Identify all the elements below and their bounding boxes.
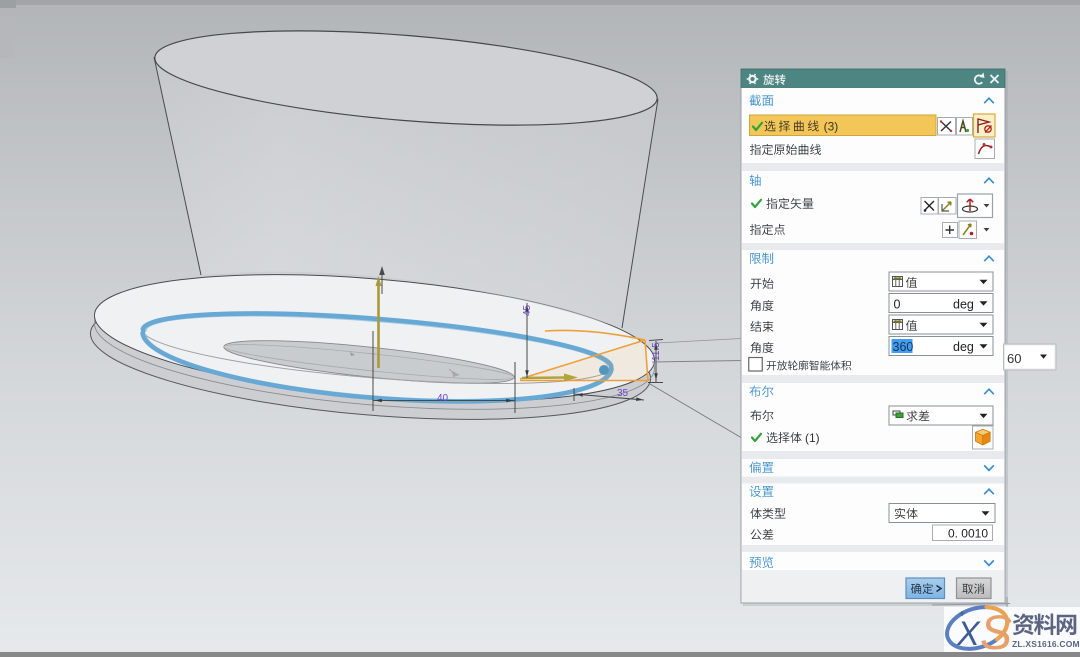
svg-text:45: 45	[522, 304, 533, 316]
svg-text:35: 35	[617, 388, 629, 399]
svg-text:(3): (3)	[824, 120, 839, 134]
svg-text:(1): (1)	[805, 431, 820, 445]
svg-text:0: 0	[894, 298, 901, 312]
svg-text:X: X	[956, 615, 981, 652]
svg-text:ZL.XS1616.COM: ZL.XS1616.COM	[1012, 639, 1080, 649]
svg-text:deg: deg	[953, 340, 974, 354]
svg-text:360: 360	[893, 340, 914, 354]
svg-text:deg: deg	[953, 298, 974, 312]
svg-text:40: 40	[437, 393, 449, 404]
svg-text:60: 60	[1007, 351, 1021, 366]
svg-text:S: S	[980, 607, 1012, 652]
svg-text:0. 0010: 0. 0010	[948, 527, 988, 541]
svg-text:11.5: 11.5	[651, 342, 662, 361]
